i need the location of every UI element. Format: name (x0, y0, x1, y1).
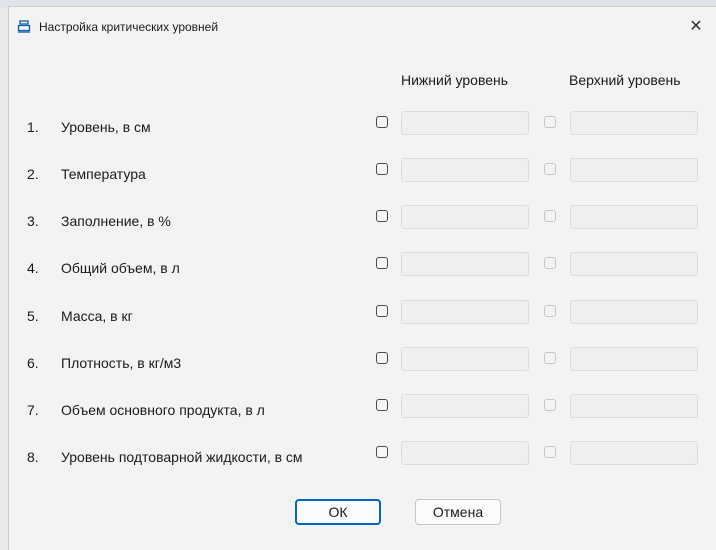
row-number: 6. (27, 355, 39, 371)
close-button[interactable]: ✕ (676, 7, 716, 45)
cancel-button[interactable]: Отмена (415, 499, 501, 525)
upper-level-input (570, 252, 698, 276)
row-label: Уровень подтоварной жидкости, в см (61, 449, 303, 465)
lower-enable-checkbox[interactable] (376, 257, 388, 269)
upper-enable-checkbox (544, 352, 556, 364)
lower-enable-checkbox[interactable] (376, 305, 388, 317)
level-row-2: 2. Температура (9, 158, 716, 188)
row-number: 5. (27, 308, 39, 324)
lower-enable-checkbox[interactable] (376, 210, 388, 222)
lower-level-input (401, 347, 529, 371)
upper-level-input (570, 347, 698, 371)
upper-level-input (570, 158, 698, 182)
upper-enable-checkbox (544, 163, 556, 175)
title-bar: Настройка критических уровней ✕ (9, 7, 716, 45)
upper-enable-checkbox (544, 399, 556, 411)
lower-level-input (401, 394, 529, 418)
lower-enable-checkbox[interactable] (376, 163, 388, 175)
upper-enable-checkbox (544, 305, 556, 317)
lower-level-input (401, 300, 529, 324)
row-label: Общий объем, в л (61, 260, 180, 276)
lower-level-header: Нижний уровень (401, 72, 509, 88)
level-row-6: 6. Плотность, в кг/м3 (9, 347, 716, 377)
row-number: 1. (27, 119, 39, 135)
level-row-3: 3. Заполнение, в % (9, 205, 716, 235)
row-label: Уровень, в см (61, 119, 151, 135)
upper-enable-checkbox (544, 210, 556, 222)
upper-level-input (570, 205, 698, 229)
lower-enable-checkbox[interactable] (376, 352, 388, 364)
row-number: 8. (27, 449, 39, 465)
level-row-4: 4. Общий объем, в л (9, 252, 716, 282)
row-number: 7. (27, 402, 39, 418)
row-label: Температура (61, 166, 146, 182)
critical-levels-dialog: Настройка критических уровней ✕ Нижний у… (8, 6, 716, 550)
upper-enable-checkbox (544, 446, 556, 458)
upper-level-input (570, 441, 698, 465)
lower-level-input (401, 252, 529, 276)
lower-enable-checkbox[interactable] (376, 446, 388, 458)
ok-button[interactable]: ОК (295, 499, 381, 525)
row-number: 3. (27, 213, 39, 229)
lower-enable-checkbox[interactable] (376, 116, 388, 128)
tank-icon (17, 20, 31, 33)
level-row-5: 5. Масса, в кг (9, 300, 716, 330)
upper-level-input (570, 394, 698, 418)
upper-level-input (570, 300, 698, 324)
row-label: Объем основного продукта, в л (61, 402, 265, 418)
lower-level-input (401, 441, 529, 465)
window-title: Настройка критических уровней (39, 20, 219, 34)
row-number: 2. (27, 166, 39, 182)
upper-level-input (570, 111, 698, 135)
row-number: 4. (27, 260, 39, 276)
row-label: Плотность, в кг/м3 (61, 355, 182, 371)
lower-level-input (401, 205, 529, 229)
close-icon: ✕ (689, 18, 703, 35)
upper-enable-checkbox (544, 116, 556, 128)
level-row-1: 1. Уровень, в см (9, 111, 716, 141)
row-label: Масса, в кг (61, 308, 133, 324)
level-row-8: 8. Уровень подтоварной жидкости, в см (9, 441, 716, 471)
lower-level-input (401, 158, 529, 182)
lower-enable-checkbox[interactable] (376, 399, 388, 411)
level-row-7: 7. Объем основного продукта, в л (9, 394, 716, 424)
row-label: Заполнение, в % (61, 213, 171, 229)
lower-level-input (401, 111, 529, 135)
upper-enable-checkbox (544, 257, 556, 269)
upper-level-header: Верхний уровень (569, 72, 681, 88)
